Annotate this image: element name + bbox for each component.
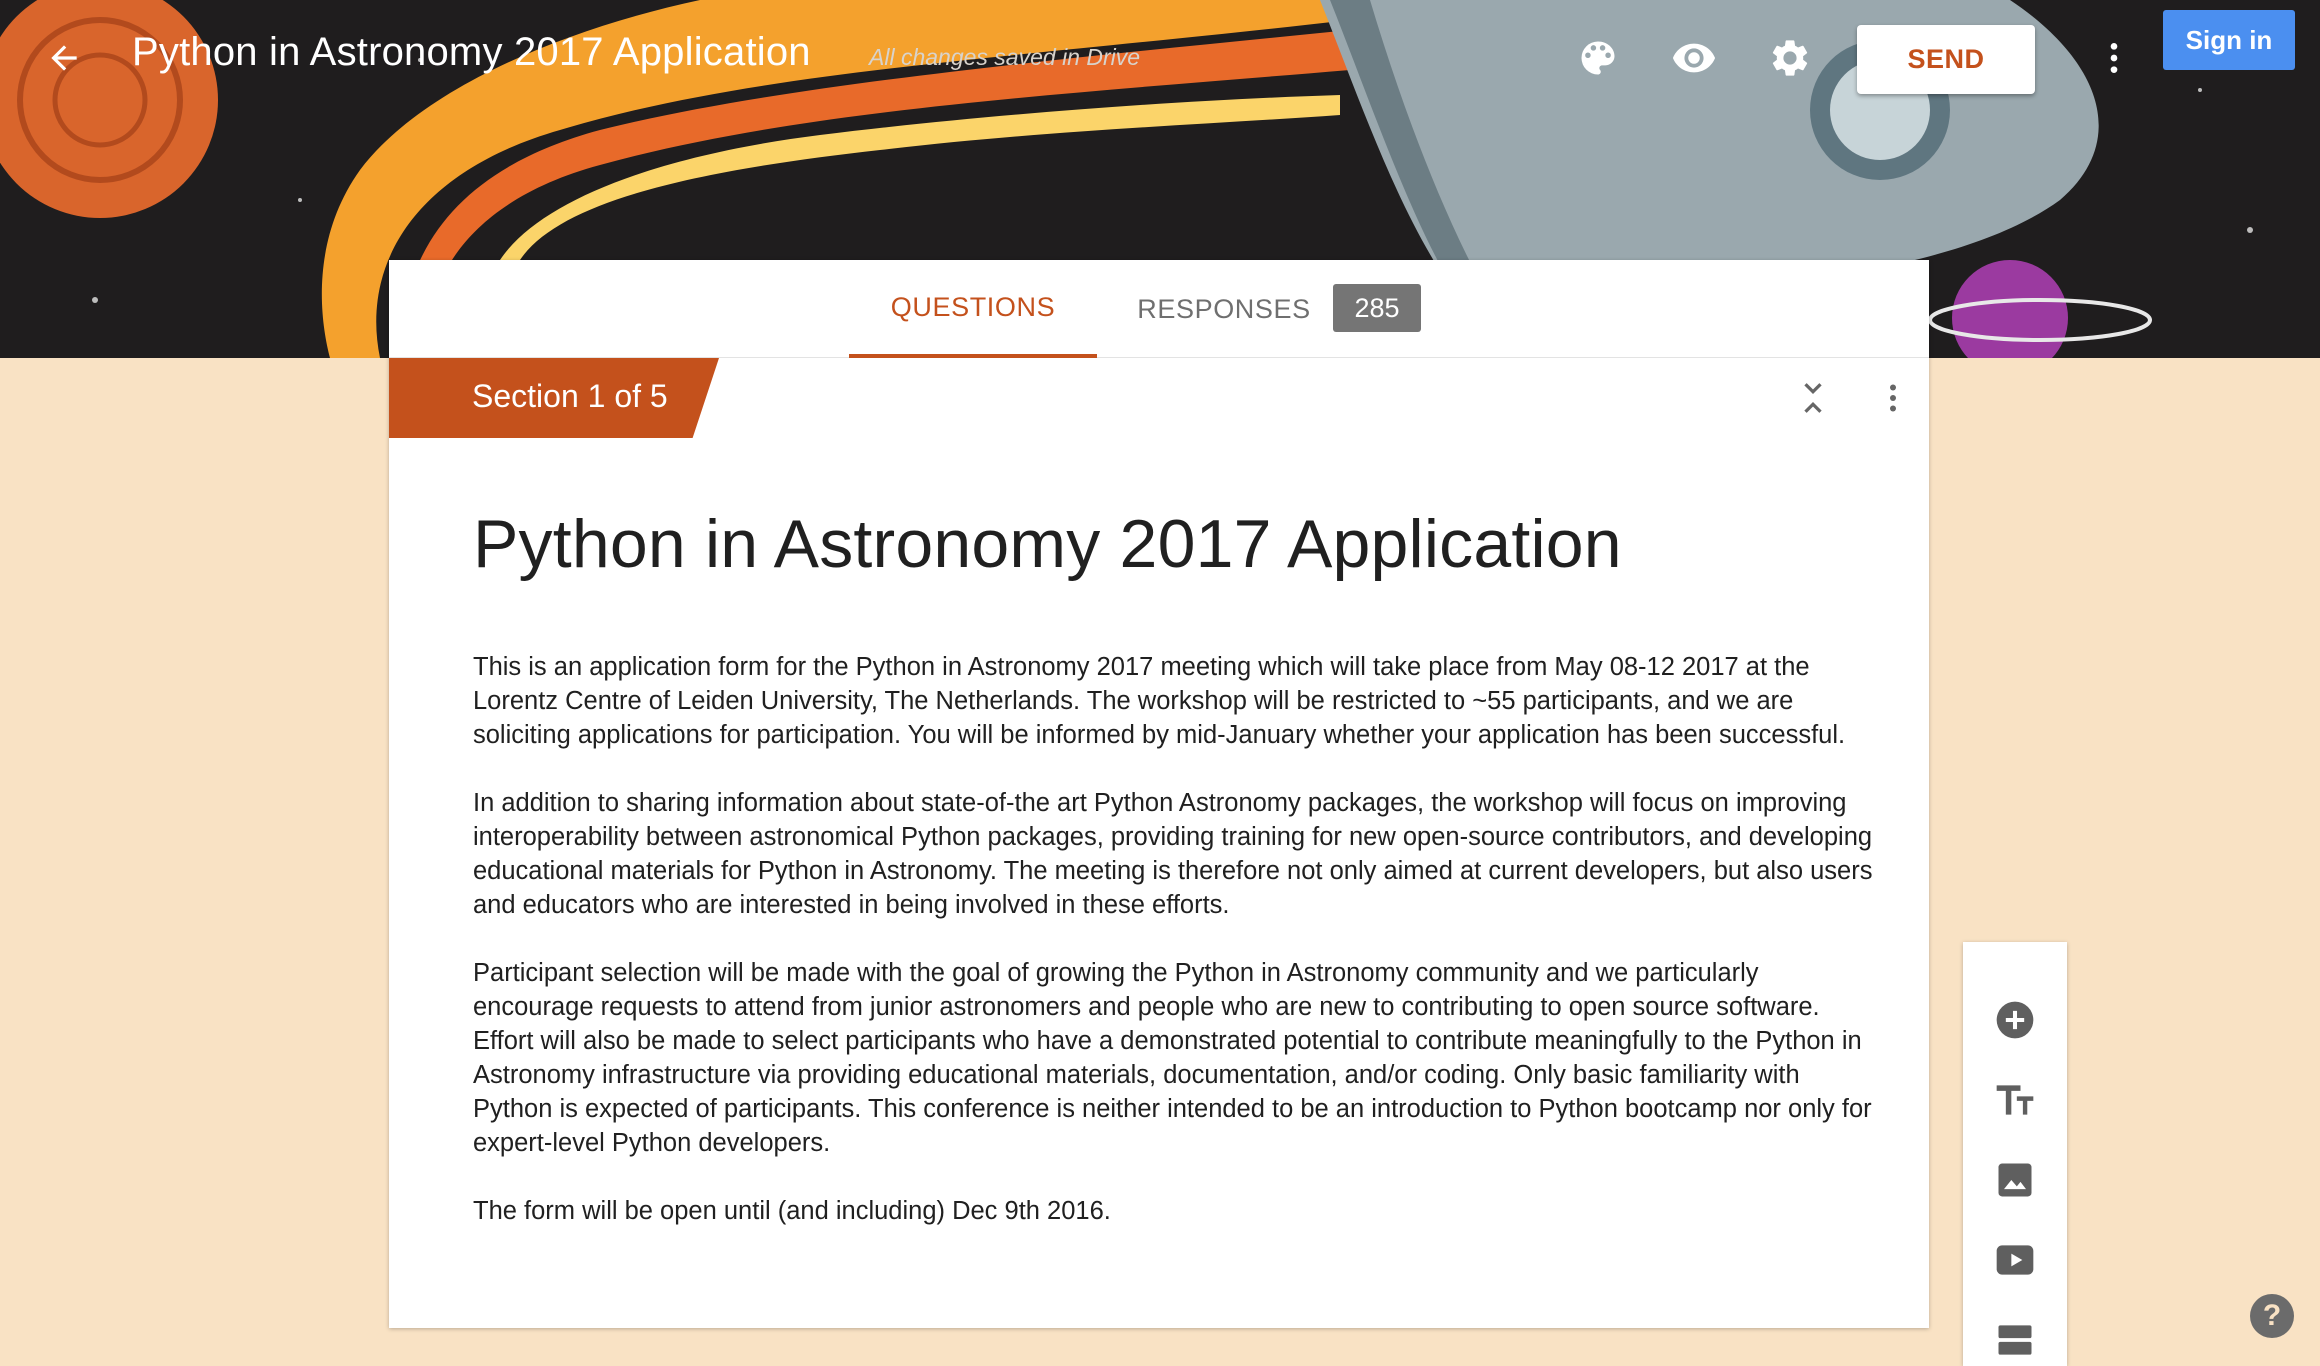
form-description[interactable]: This is an application form for the Pyth… (473, 650, 1873, 1262)
tab-questions[interactable]: QUESTIONS (849, 260, 1097, 358)
description-paragraph: The form will be open until (and includi… (473, 1197, 1111, 1225)
tab-responses[interactable]: RESPONSES (1129, 260, 1319, 358)
eye-icon[interactable] (1666, 30, 1722, 86)
more-vert-icon[interactable] (2086, 30, 2142, 86)
back-arrow-icon[interactable] (40, 34, 88, 82)
send-button[interactable]: SEND (1857, 25, 2035, 94)
app-title: Python in Astronomy 2017 Application (132, 30, 811, 74)
section-more-icon[interactable] (1871, 376, 1915, 420)
top-app-bar: Python in Astronomy 2017 Application All… (0, 0, 2320, 115)
add-question-icon[interactable] (1989, 994, 2041, 1046)
editor-tabs: QUESTIONS RESPONSES 285 (389, 260, 1929, 358)
responses-count-badge: 285 (1333, 284, 1421, 332)
add-title-icon[interactable] (1989, 1074, 2041, 1126)
section-header: Section 1 of 5 (389, 358, 1929, 438)
help-icon[interactable]: ? (2250, 1294, 2294, 1338)
save-status: All changes saved in Drive (869, 44, 1141, 70)
add-item-toolbar (1963, 942, 2067, 1366)
form-editor-card: QUESTIONS RESPONSES 285 Section 1 of 5 P… (389, 260, 1929, 1328)
add-section-icon[interactable] (1989, 1314, 2041, 1366)
form-title[interactable]: Python in Astronomy 2017 Application (473, 505, 1873, 583)
gear-icon[interactable] (1762, 30, 1818, 86)
collapse-section-icon[interactable] (1791, 376, 1835, 420)
add-image-icon[interactable] (1989, 1154, 2041, 1206)
description-paragraph: In addition to sharing information about… (473, 789, 1873, 919)
description-paragraph: Participant selection will be made with … (473, 959, 1872, 1157)
description-paragraph: This is an application form for the Pyth… (473, 653, 1846, 749)
palette-icon[interactable] (1570, 30, 1626, 86)
section-label: Section 1 of 5 (472, 378, 668, 414)
sign-in-button[interactable]: Sign in (2163, 10, 2295, 70)
add-video-icon[interactable] (1989, 1234, 2041, 1286)
